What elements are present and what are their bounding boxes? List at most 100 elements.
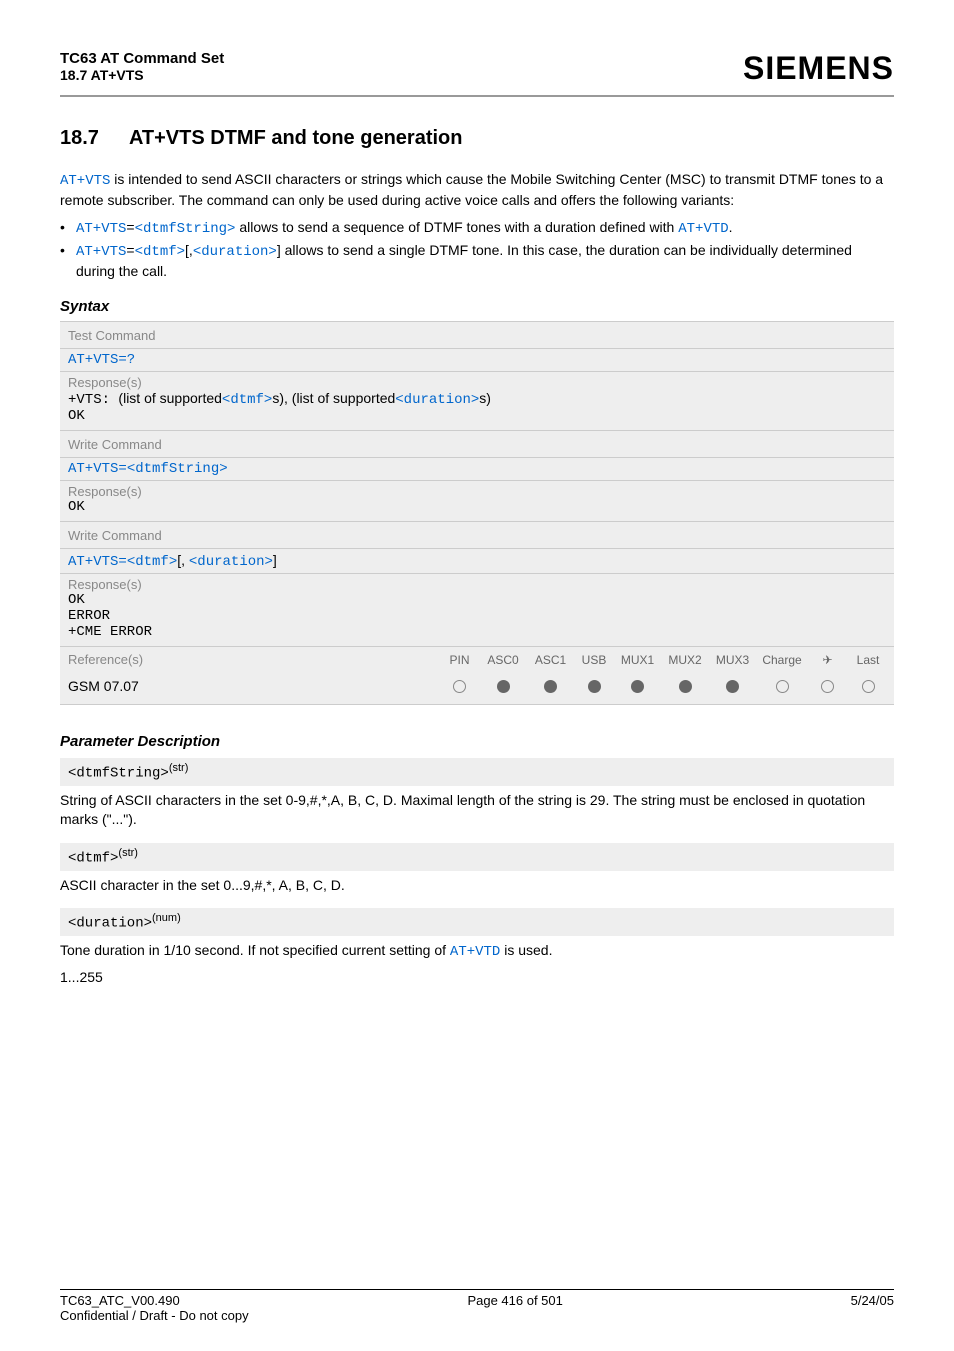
parameter-description-section: Parameter Description <dtmfString>(str) …: [60, 733, 894, 992]
footer-sub: Confidential / Draft - Do not copy: [60, 1308, 894, 1323]
col-usb: USB: [577, 653, 611, 667]
footer-left: TC63_ATC_V00.490: [60, 1293, 180, 1308]
state-asc0: [482, 680, 524, 693]
param-desc-text: ASCII character in the set 0...9,#,*, A,…: [60, 871, 894, 901]
col-mux3: MUX3: [712, 653, 754, 667]
state-asc1: [530, 680, 572, 693]
text: =: [126, 219, 134, 235]
cmd-link[interactable]: AT+VTD: [678, 221, 728, 237]
col-charge: Charge: [759, 653, 805, 667]
state-mux2: [664, 680, 706, 693]
cmd-link[interactable]: <duration>: [189, 554, 273, 570]
header-divider: [60, 95, 894, 97]
param-name: <dtmf>: [68, 851, 118, 867]
text: is used.: [500, 942, 552, 958]
param-name: <dtmfString>: [68, 766, 169, 782]
col-mux2: MUX2: [664, 653, 706, 667]
col-mux1: MUX1: [617, 653, 659, 667]
footer-divider: [60, 1289, 894, 1290]
circle-empty-icon: [453, 680, 466, 693]
bullet-item: AT+VTS=<dtmfString> allows to send a seq…: [60, 218, 894, 239]
page-header: TC63 AT Command Set 18.7 AT+VTS SIEMENS: [60, 50, 894, 87]
reference-columns: PIN ASC0 ASC1 USB MUX1 MUX2 MUX3 Charge …: [443, 653, 887, 667]
page-footer: TC63_ATC_V00.490 Page 416 of 501 5/24/05…: [60, 1289, 894, 1323]
footer-center: Page 416 of 501: [467, 1293, 562, 1308]
cmd-link[interactable]: <dtmf>: [127, 554, 177, 570]
responses-label: Response(s): [68, 484, 886, 499]
text: ]: [273, 552, 277, 568]
reference-header-row: Reference(s) PIN ASC0 ASC1 USB MUX1 MUX2…: [60, 646, 894, 672]
reference-states: [443, 680, 887, 693]
state-mux3: [712, 680, 754, 693]
test-command-label-row: Test Command: [60, 321, 894, 349]
param-type: (str): [169, 762, 189, 774]
circle-filled-icon: [497, 680, 510, 693]
write2-response-block: Response(s) OK ERROR +CME ERROR: [60, 574, 894, 646]
circle-filled-icon: [631, 680, 644, 693]
col-asc1: ASC1: [530, 653, 572, 667]
param-range: 1...255: [60, 968, 894, 993]
col-asc0: ASC0: [482, 653, 524, 667]
param-name-box: <dtmfString>(str): [60, 758, 894, 786]
write1-response-block: Response(s) OK: [60, 481, 894, 521]
cmd-link[interactable]: <dtmf>: [222, 392, 272, 408]
cmd-link[interactable]: <duration>: [193, 244, 277, 260]
col-pin: PIN: [443, 653, 477, 667]
cmd-link[interactable]: <dtmf>: [135, 244, 185, 260]
text: [,: [185, 242, 193, 258]
cmd-link[interactable]: AT+VTS: [76, 221, 126, 237]
cmd-link[interactable]: <dtmfString>: [127, 461, 228, 477]
state-charge: [759, 680, 805, 693]
circle-empty-icon: [821, 680, 834, 693]
syntax-heading: Syntax: [60, 298, 894, 315]
responses-label: Response(s): [68, 577, 886, 592]
write-command-label: Write Command: [68, 528, 162, 543]
write-command-label-row: Write Command: [60, 430, 894, 458]
test-response-block: Response(s) +VTS: (list of supported<dtm…: [60, 372, 894, 430]
circle-filled-icon: [726, 680, 739, 693]
bullet-list: AT+VTS=<dtmfString> allows to send a seq…: [60, 218, 894, 281]
reference-value: GSM 07.07: [68, 678, 443, 694]
text: .: [729, 219, 733, 235]
param-heading: Parameter Description: [60, 733, 894, 750]
footer-row: TC63_ATC_V00.490 Page 416 of 501 5/24/05: [60, 1293, 894, 1308]
text: Tone duration in 1/10 second. If not spe…: [60, 942, 450, 958]
write-command-code-2: AT+VTS=<dtmf>[, <duration>]: [60, 549, 894, 573]
col-last: Last: [850, 653, 886, 667]
state-usb: [577, 680, 611, 693]
cmd-link[interactable]: AT+VTS: [60, 173, 110, 189]
doc-subtitle: 18.7 AT+VTS: [60, 67, 224, 83]
state-airplane: [811, 680, 845, 693]
test-command-label: Test Command: [68, 328, 155, 343]
circle-filled-icon: [679, 680, 692, 693]
cmd-link[interactable]: <dtmfString>: [135, 221, 236, 237]
cmd-link[interactable]: AT+VTS: [76, 244, 126, 260]
section-heading: 18.7AT+VTS DTMF and tone generation: [60, 127, 894, 150]
footer-right: 5/24/05: [851, 1293, 894, 1308]
circle-filled-icon: [588, 680, 601, 693]
state-pin: [443, 680, 477, 693]
response-line: +VTS: (list of supported<dtmf>s), (list …: [68, 390, 886, 408]
param-type: (str): [118, 847, 138, 859]
write-command-code-1: AT+VTS=<dtmfString>: [60, 458, 894, 480]
text: [,: [177, 552, 189, 568]
state-last: [850, 680, 886, 693]
test-command-code: AT+VTS=?: [60, 349, 894, 371]
write-command-label-row-2: Write Command: [60, 521, 894, 549]
cmd-link[interactable]: <duration>: [395, 392, 479, 408]
text: +VTS:: [68, 392, 110, 408]
param-desc-text: String of ASCII characters in the set 0-…: [60, 786, 894, 835]
reference-label: Reference(s): [68, 652, 443, 667]
circle-empty-icon: [776, 680, 789, 693]
code-text: AT+VTS=: [68, 554, 127, 570]
param-name-box: <duration>(num): [60, 908, 894, 936]
code-text: AT+VTS=: [68, 461, 127, 477]
circle-empty-icon: [862, 680, 875, 693]
param-name-box: <dtmf>(str): [60, 843, 894, 871]
brand-logo: SIEMENS: [743, 50, 894, 87]
text: s), (list of supported: [272, 390, 395, 406]
section-title: AT+VTS DTMF and tone generation: [129, 127, 463, 149]
cmd-link[interactable]: AT+VTD: [450, 944, 500, 960]
ok-text: OK: [68, 592, 886, 608]
ok-text: OK: [68, 408, 886, 424]
